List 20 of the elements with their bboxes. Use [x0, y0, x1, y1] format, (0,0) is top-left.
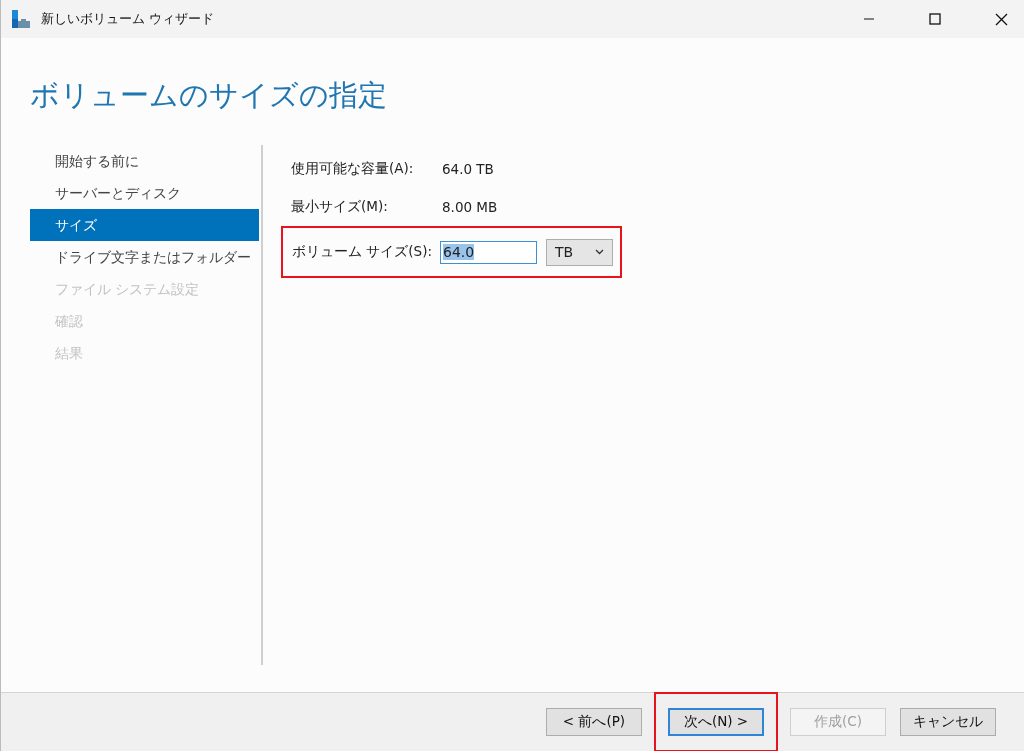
unit-dropdown[interactable]: TB	[546, 238, 613, 266]
window-title: 新しいボリューム ウィザード	[41, 10, 216, 28]
maximize-icon[interactable]	[929, 13, 941, 25]
close-icon[interactable]	[994, 12, 1008, 26]
wizard-button[interactable]: 次へ(N) >	[668, 708, 764, 736]
wizard-step[interactable]: サイズ	[30, 209, 259, 241]
wizard-button[interactable]: キャンセル	[900, 708, 996, 736]
wizard-step[interactable]: 開始する前に	[30, 145, 259, 177]
info-value: 8.00 MB	[442, 199, 498, 215]
wizard-step[interactable]: ドライブ文字またはフォルダー	[30, 241, 259, 273]
info-value: 64.0 TB	[442, 161, 494, 177]
page-heading: ボリュームのサイズの指定	[30, 77, 388, 114]
info-label: 最小サイズ(M):	[291, 198, 389, 216]
info-label: 使用可能な容量(A):	[291, 160, 415, 178]
size-input[interactable]: 64.0	[440, 240, 537, 264]
chevron-down-icon	[595, 249, 604, 255]
disk-app-icon	[11, 9, 31, 29]
wizard-step[interactable]: サーバーとディスク	[30, 177, 259, 209]
wizard-button[interactable]: < 前へ(P)	[546, 708, 642, 736]
size-label: ボリューム サイズ(S):	[292, 243, 433, 261]
